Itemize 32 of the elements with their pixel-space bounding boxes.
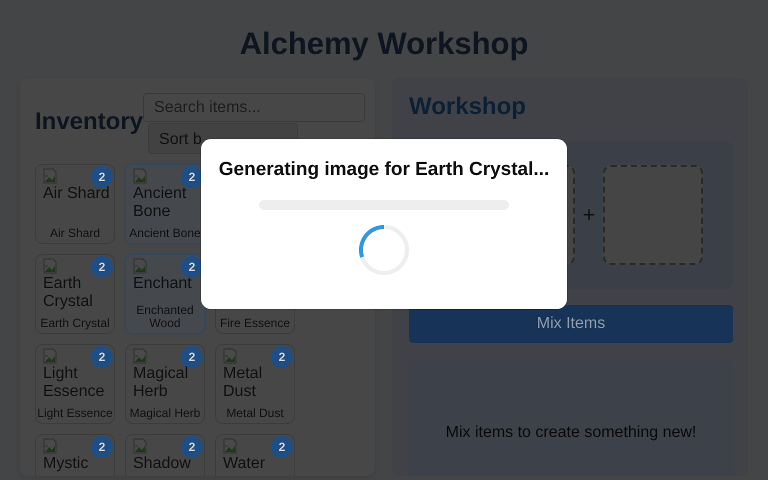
- item-name: Enchanted Wood: [135, 304, 195, 330]
- count-badge: 2: [91, 166, 113, 188]
- count-badge: 2: [91, 346, 113, 368]
- broken-image-icon: [43, 438, 57, 454]
- section-heading: Inventory: [35, 108, 144, 136]
- broken-image-icon: [43, 258, 57, 274]
- item-slot[interactable]: [603, 165, 704, 265]
- broken-image-icon: [133, 348, 147, 364]
- count-badge: 2: [181, 166, 203, 188]
- count-badge: 2: [181, 436, 203, 458]
- item-card[interactable]: Enchant Enchanted Wood 2: [125, 254, 205, 334]
- count-badge: 2: [181, 346, 203, 368]
- broken-image-icon: [133, 438, 147, 454]
- count-badge: 2: [91, 256, 113, 278]
- page-title: Alchemy Workshop: [240, 26, 528, 62]
- count-badge: 2: [271, 436, 293, 458]
- loading-spinner: [358, 224, 410, 276]
- item-name: Ancient Bone: [128, 227, 202, 240]
- count-badge: 2: [271, 346, 293, 368]
- image-alt-text: Ancient Bone: [133, 185, 188, 221]
- count-badge: 2: [91, 436, 113, 458]
- plus-sign: +: [582, 202, 596, 228]
- broken-image-icon: [133, 168, 147, 184]
- broken-image-icon: [133, 258, 147, 274]
- broken-image-icon: [43, 168, 57, 184]
- broken-image-icon: [223, 438, 237, 454]
- image-alt-text: Enchant: [133, 275, 192, 293]
- result-message: Mix items to create something new!: [446, 424, 696, 443]
- broken-image-icon: [223, 348, 237, 364]
- dialog-message: Generating image for Earth Crystal...: [218, 159, 550, 181]
- broken-image-icon: [43, 348, 57, 364]
- count-badge: 2: [181, 256, 203, 278]
